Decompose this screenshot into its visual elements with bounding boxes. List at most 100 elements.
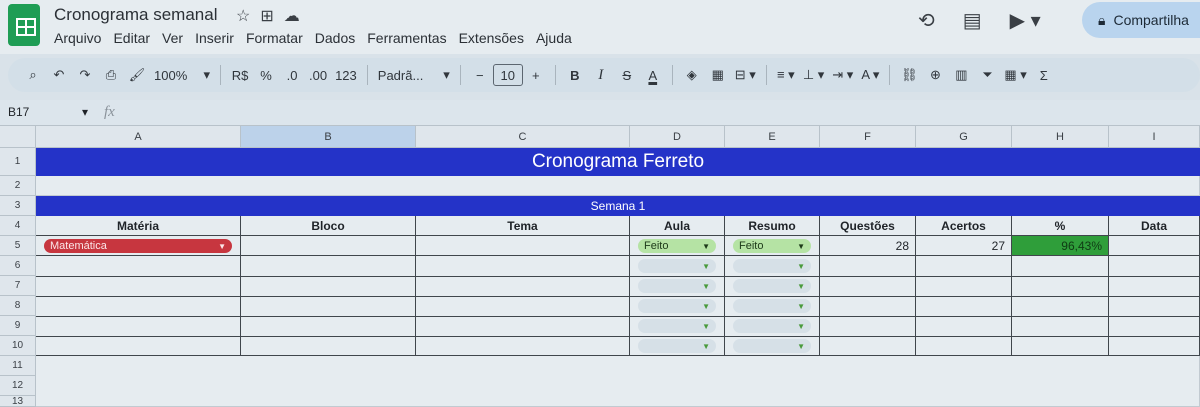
aula-dropdown-chip[interactable]: ▼ bbox=[638, 279, 716, 293]
font-size-input[interactable]: 10 bbox=[492, 64, 523, 86]
select-all-corner[interactable] bbox=[0, 126, 36, 148]
cell-tema[interactable] bbox=[416, 236, 630, 256]
star-icon[interactable]: ☆ bbox=[236, 6, 250, 26]
bold-button[interactable]: B bbox=[562, 62, 588, 88]
version-history-icon[interactable]: ⟲ bbox=[918, 8, 935, 33]
decrease-font-size-button[interactable]: − bbox=[467, 62, 493, 88]
row-header[interactable]: 8 bbox=[0, 296, 36, 316]
aula-dropdown-chip[interactable]: ▼ bbox=[638, 319, 716, 333]
header-aula[interactable]: Aula bbox=[630, 216, 725, 236]
column-header-f[interactable]: F bbox=[820, 126, 916, 148]
italic-button[interactable]: I bbox=[588, 62, 614, 88]
header-tema[interactable]: Tema bbox=[416, 216, 630, 236]
row-header[interactable]: 6 bbox=[0, 256, 36, 276]
column-header-a[interactable]: A bbox=[36, 126, 241, 148]
borders-icon[interactable]: ▦ bbox=[705, 62, 731, 88]
insert-comment-icon[interactable]: ⊕ bbox=[922, 62, 948, 88]
materia-dropdown-chip[interactable]: Matemática ▼ bbox=[44, 239, 232, 253]
merge-cells-icon[interactable]: ⊟ ▾ bbox=[731, 62, 760, 88]
header-data[interactable]: Data bbox=[1109, 216, 1200, 236]
undo-icon[interactable]: ↶ bbox=[46, 62, 72, 88]
row-header[interactable]: 1 bbox=[0, 148, 36, 176]
menu-dados[interactable]: Dados bbox=[315, 30, 355, 46]
column-header-g[interactable]: G bbox=[916, 126, 1012, 148]
resumo-dropdown-chip[interactable]: ▼ bbox=[733, 279, 811, 293]
paint-format-icon[interactable]: 🖌︎ bbox=[124, 62, 150, 88]
row-header[interactable]: 4 bbox=[0, 216, 36, 236]
resumo-dropdown-chip[interactable]: ▼ bbox=[733, 339, 811, 353]
row-header[interactable]: 11 bbox=[0, 356, 36, 376]
row-header[interactable]: 12 bbox=[0, 376, 36, 396]
column-acertos-empty[interactable] bbox=[916, 256, 1012, 356]
resumo-dropdown-chip[interactable]: ▼ bbox=[733, 319, 811, 333]
blank-row[interactable] bbox=[36, 176, 1200, 196]
text-color-button[interactable]: A bbox=[640, 62, 666, 88]
menu-arquivo[interactable]: Arquivo bbox=[54, 30, 101, 46]
cell-materia[interactable]: Matemática ▼ bbox=[36, 236, 241, 256]
search-menus-icon[interactable]: ⌕ bbox=[20, 62, 46, 88]
column-bloco-empty[interactable] bbox=[241, 256, 416, 356]
column-header-h[interactable]: H bbox=[1012, 126, 1109, 148]
menu-ver[interactable]: Ver bbox=[162, 30, 183, 46]
menu-inserir[interactable]: Inserir bbox=[195, 30, 234, 46]
filter-icon[interactable]: ⏷ bbox=[974, 62, 1000, 88]
banner-title-cell[interactable]: Cronograma Ferreto bbox=[36, 148, 1200, 176]
text-wrapping-icon[interactable]: ⇥ ▾ bbox=[828, 62, 857, 88]
fill-color-icon[interactable]: ◈ bbox=[679, 62, 705, 88]
menu-ajuda[interactable]: Ajuda bbox=[536, 30, 572, 46]
comments-icon[interactable]: ▤ bbox=[963, 8, 982, 33]
menu-formatar[interactable]: Formatar bbox=[246, 30, 303, 46]
move-folder-icon[interactable]: ⊞ bbox=[260, 6, 273, 26]
aula-dropdown-chip[interactable]: ▼ bbox=[638, 259, 716, 273]
print-icon[interactable]: ⎙ bbox=[98, 62, 124, 88]
cell-aula[interactable]: Feito ▼ bbox=[630, 236, 725, 256]
row-header[interactable]: 3 bbox=[0, 196, 36, 216]
blank-area[interactable] bbox=[36, 356, 1200, 407]
column-header-i[interactable]: I bbox=[1109, 126, 1200, 148]
header-bloco[interactable]: Bloco bbox=[241, 216, 416, 236]
column-header-c[interactable]: C bbox=[416, 126, 630, 148]
name-box[interactable]: B17 ▾ bbox=[8, 105, 88, 119]
strikethrough-button[interactable]: S bbox=[614, 62, 640, 88]
column-data-empty[interactable] bbox=[1109, 256, 1200, 356]
font-select[interactable]: Padrã... ▾ bbox=[374, 62, 454, 88]
column-header-d[interactable]: D bbox=[630, 126, 725, 148]
text-rotation-icon[interactable]: A ▾ bbox=[857, 62, 883, 88]
vertical-align-icon[interactable]: ⊥ ▾ bbox=[799, 62, 828, 88]
document-title[interactable]: Cronograma semanal bbox=[54, 5, 217, 25]
menu-extensoes[interactable]: Extensões bbox=[459, 30, 524, 46]
increase-decimal-button[interactable]: .00 bbox=[305, 62, 331, 88]
header-resumo[interactable]: Resumo bbox=[725, 216, 820, 236]
cell-data[interactable] bbox=[1109, 236, 1200, 256]
functions-button[interactable]: Σ bbox=[1031, 62, 1057, 88]
increase-font-size-button[interactable]: + bbox=[523, 62, 549, 88]
header-percent[interactable]: % bbox=[1012, 216, 1109, 236]
currency-format-button[interactable]: R$ bbox=[227, 62, 253, 88]
row-header[interactable]: 2 bbox=[0, 176, 36, 196]
more-formats-button[interactable]: 123 bbox=[331, 62, 361, 88]
week-title-cell[interactable]: Semana 1 bbox=[36, 196, 1200, 216]
share-button[interactable]: 🔒︎ Compartilha bbox=[1082, 2, 1200, 38]
row-header[interactable]: 7 bbox=[0, 276, 36, 296]
cell-acertos[interactable]: 27 bbox=[916, 236, 1012, 256]
cell-percent[interactable]: 96,43% bbox=[1012, 236, 1109, 256]
column-materia-empty[interactable] bbox=[36, 256, 241, 356]
filter-views-icon[interactable]: ▦ ▾ bbox=[1000, 62, 1030, 88]
meet-video-icon[interactable]: ▶ ▾ bbox=[1010, 8, 1041, 33]
row-header[interactable]: 10 bbox=[0, 336, 36, 356]
resumo-dropdown-chip[interactable]: Feito ▼ bbox=[733, 239, 811, 253]
cell-questoes[interactable]: 28 bbox=[820, 236, 916, 256]
column-tema-empty[interactable] bbox=[416, 256, 630, 356]
insert-link-icon[interactable]: ⛓︎ bbox=[896, 62, 922, 88]
sheets-logo-icon[interactable] bbox=[8, 4, 40, 46]
aula-dropdown-chip[interactable]: Feito ▼ bbox=[638, 239, 716, 253]
insert-chart-icon[interactable]: ▥ bbox=[948, 62, 974, 88]
column-header-e[interactable]: E bbox=[725, 126, 820, 148]
row-header[interactable]: 9 bbox=[0, 316, 36, 336]
resumo-dropdown-chip[interactable]: ▼ bbox=[733, 299, 811, 313]
column-percent-empty[interactable] bbox=[1012, 256, 1109, 356]
decrease-decimal-button[interactable]: .0 bbox=[279, 62, 305, 88]
column-questoes-empty[interactable] bbox=[820, 256, 916, 356]
cell-resumo[interactable]: Feito ▼ bbox=[725, 236, 820, 256]
menu-editar[interactable]: Editar bbox=[113, 30, 150, 46]
